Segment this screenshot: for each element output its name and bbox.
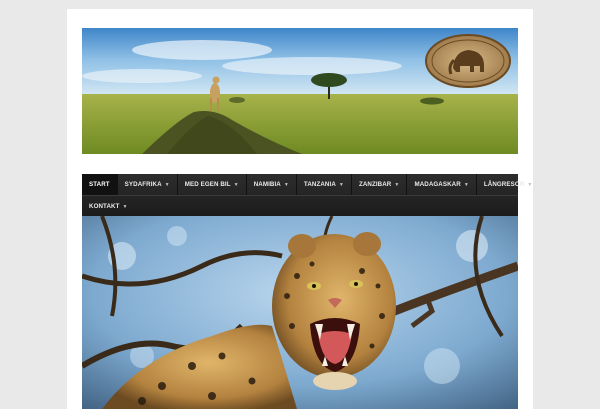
nav-row-1: START SYDAFRIKA ▼ MED EGEN BIL ▼ NAMIBIA…	[82, 174, 532, 195]
nav-item-med-egen-bil[interactable]: MED EGEN BIL ▼	[178, 174, 247, 195]
nav-item-tanzania[interactable]: TANZANIA ▼	[297, 174, 352, 195]
nav-item-label: KONTAKT	[89, 203, 120, 210]
nav-item-madagaskar[interactable]: MADAGASKAR ▼	[407, 174, 477, 195]
nav-item-label: MADAGASKAR	[414, 181, 461, 188]
nav-item-label: ZANZIBAR	[358, 181, 392, 188]
chevron-down-icon: ▼	[463, 181, 469, 188]
elephant-logo[interactable]	[425, 34, 511, 88]
chevron-down-icon: ▼	[394, 181, 400, 188]
nav-item-kontakt[interactable]: KONTAKT ▼	[82, 196, 135, 217]
nav-row-2: KONTAKT ▼	[82, 195, 518, 217]
nav-item-label: START	[89, 181, 110, 188]
nav-item-langresor[interactable]: LÅNGRESOR ▼	[477, 174, 540, 195]
chevron-down-icon: ▼	[527, 181, 533, 188]
nav-item-label: LÅNGRESOR	[483, 181, 525, 188]
chevron-down-icon: ▼	[164, 181, 170, 188]
chevron-down-icon: ▼	[283, 181, 289, 188]
nav-item-namibia[interactable]: NAMIBIA ▼	[247, 174, 297, 195]
chevron-down-icon: ▼	[338, 181, 344, 188]
nav-item-sydafrika[interactable]: SYDAFRIKA ▼	[118, 174, 178, 195]
nav-item-label: SYDAFRIKA	[124, 181, 162, 188]
hero-image-leopard	[82, 216, 518, 409]
main-navigation: START SYDAFRIKA ▼ MED EGEN BIL ▼ NAMIBIA…	[82, 174, 532, 217]
nav-item-label: NAMIBIA	[253, 181, 281, 188]
nav-item-label: MED EGEN BIL	[184, 181, 231, 188]
nav-item-label: TANZANIA	[303, 181, 336, 188]
chevron-down-icon: ▼	[122, 203, 128, 210]
header-banner	[82, 28, 518, 154]
nav-item-zanzibar[interactable]: ZANZIBAR ▼	[352, 174, 408, 195]
nav-item-start[interactable]: START	[82, 174, 118, 195]
chevron-down-icon: ▼	[233, 181, 239, 188]
page-container: START SYDAFRIKA ▼ MED EGEN BIL ▼ NAMIBIA…	[67, 9, 533, 409]
